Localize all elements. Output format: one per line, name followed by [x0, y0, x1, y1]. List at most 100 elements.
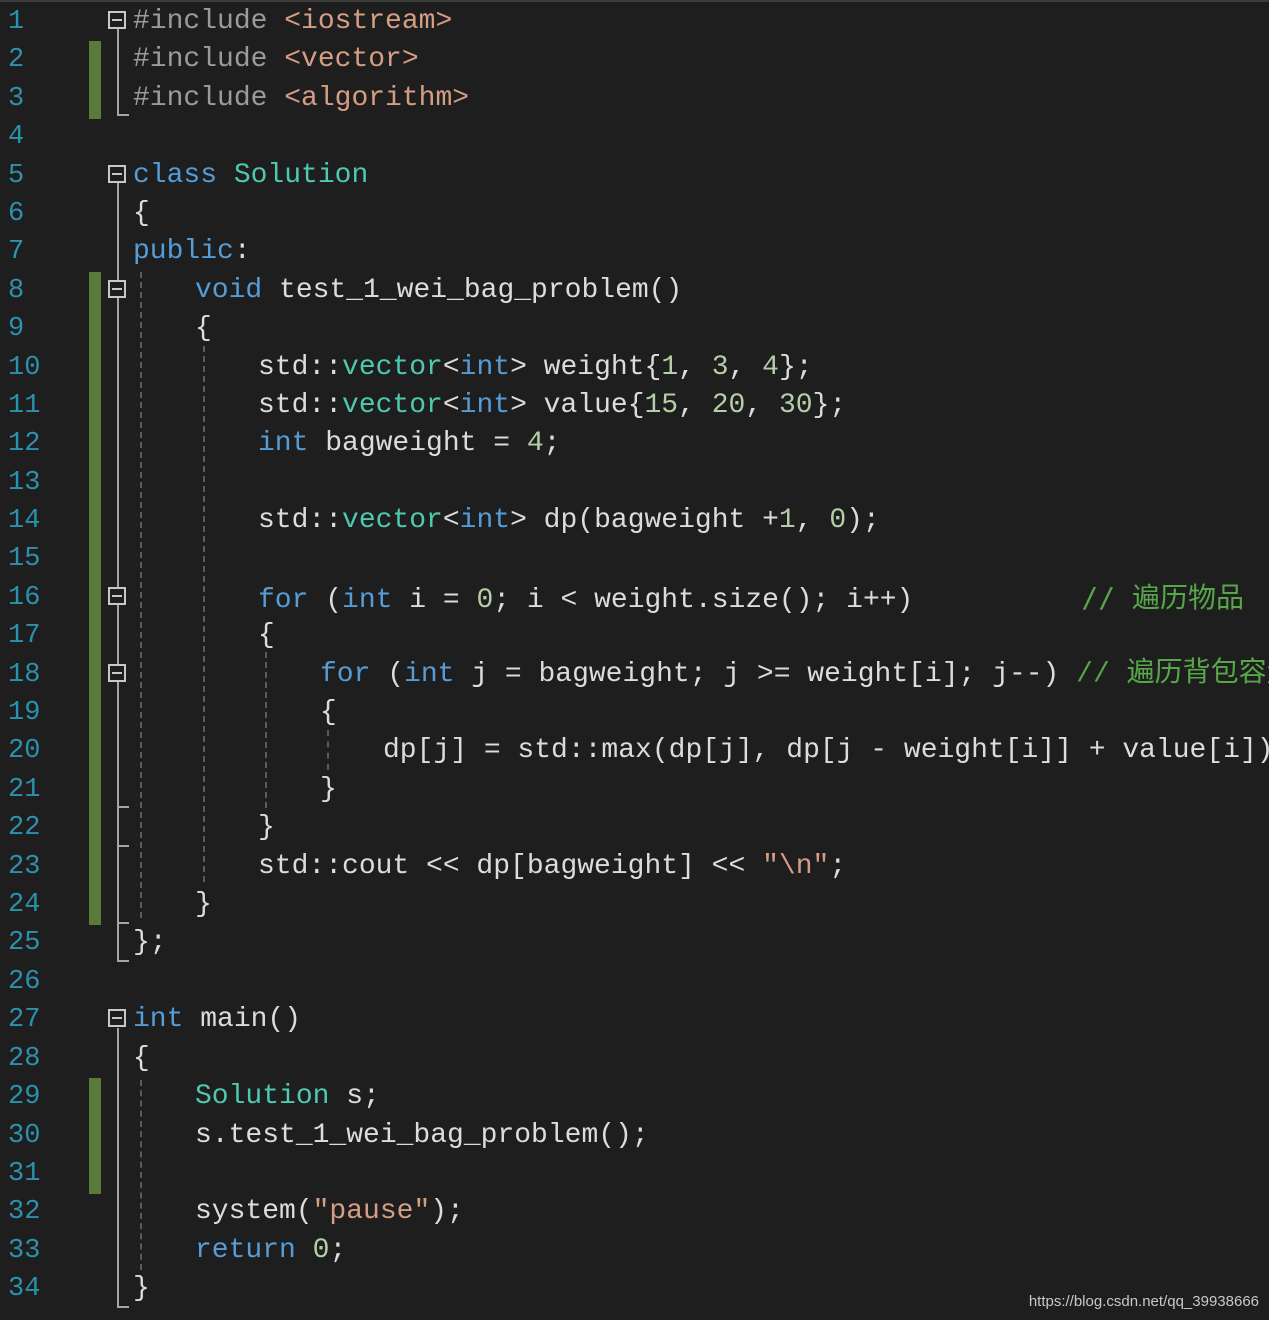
code-token: 0: [829, 505, 847, 536]
collapse-icon[interactable]: [108, 11, 126, 29]
code-token: (: [370, 659, 405, 690]
code-line[interactable]: 10 std::vector<int> weight{1, 3, 4};: [0, 349, 1269, 388]
code-token: int: [404, 659, 455, 690]
code-line[interactable]: 18 for (int j = bagweight; j >= weight[i…: [0, 656, 1269, 695]
code-token: }: [320, 774, 337, 805]
code-token: j = bagweight; j >= weight[i]; j--): [454, 659, 1077, 690]
code-token: 15: [644, 390, 679, 421]
code-line[interactable]: 3 #include <algorithm>: [0, 80, 1269, 119]
code-line[interactable]: 12 int bagweight = 4;: [0, 425, 1269, 464]
code-token: ,: [678, 390, 712, 421]
change-marker: [89, 1117, 101, 1156]
line-number: 24: [8, 890, 41, 920]
code-editor[interactable]: 1 #include <iostream> 2 #include <vector…: [0, 0, 1269, 1320]
code-token: Solution: [233, 160, 369, 191]
collapse-icon[interactable]: [108, 165, 126, 183]
code-line[interactable]: 20 dp[j] = std::max(dp[j], dp[j - weight…: [0, 732, 1269, 771]
code-token: std::: [258, 390, 343, 421]
code-line[interactable]: 29 Solution s;: [0, 1078, 1269, 1117]
code-token: };: [133, 927, 167, 958]
code-line[interactable]: 15: [0, 540, 1269, 579]
code-line[interactable]: 4: [0, 118, 1269, 156]
code-token: int: [459, 390, 511, 421]
line-number: 28: [8, 1044, 41, 1074]
code-token: "pause": [312, 1196, 431, 1227]
change-marker: [89, 41, 101, 80]
line-number: 27: [8, 1005, 41, 1035]
code-token: 1: [661, 352, 679, 383]
watermark: https://blog.csdn.net/qq_39938666: [1028, 1293, 1259, 1310]
code-token: <algorithm>: [284, 83, 470, 114]
line-number: 16: [8, 583, 41, 613]
code-line[interactable]: 25 };: [0, 924, 1269, 962]
code-line[interactable]: 26: [0, 963, 1269, 1001]
code-token: s.test_1_wei_bag_problem();: [195, 1120, 649, 1151]
code-line[interactable]: 14 std::vector<int> dp(bagweight +1, 0);: [0, 502, 1269, 541]
line-number: 9: [8, 314, 25, 344]
change-marker: [89, 656, 101, 695]
code-line[interactable]: 13: [0, 464, 1269, 503]
code-token: dp[j] = std::max(dp[j], dp[j - weight[i]…: [383, 735, 1269, 766]
code-token: {: [133, 198, 150, 229]
code-line[interactable]: 1 #include <iostream>: [0, 3, 1269, 41]
code-line[interactable]: 7 public:: [0, 233, 1269, 271]
code-token: 4: [762, 352, 779, 383]
collapse-icon[interactable]: [108, 280, 126, 298]
change-marker: [89, 579, 101, 618]
code-line[interactable]: 2 #include <vector>: [0, 41, 1269, 80]
change-marker: [89, 464, 101, 503]
code-line[interactable]: 23 std::cout << dp[bagweight] << "\n";: [0, 848, 1269, 887]
code-line[interactable]: 32 system("pause");: [0, 1193, 1269, 1231]
code-comment: // 遍历物品: [1081, 581, 1244, 614]
line-number: 8: [8, 276, 25, 306]
line-number: 23: [8, 852, 41, 882]
code-line[interactable]: 19 {: [0, 694, 1269, 733]
code-token: }: [195, 889, 212, 920]
line-number: 33: [8, 1236, 41, 1266]
collapse-icon[interactable]: [108, 587, 126, 605]
code-line[interactable]: 5 class Solution: [0, 157, 1269, 195]
code-token: std::cout << dp[bagweight] <<: [258, 851, 763, 882]
code-token: int: [342, 585, 393, 616]
code-token: ;: [829, 851, 847, 882]
code-line[interactable]: 24 }: [0, 886, 1269, 925]
code-line[interactable]: 16 for (int i = 0; i < weight.size(); i+…: [0, 579, 1269, 618]
code-line[interactable]: 31: [0, 1155, 1269, 1194]
line-number: 26: [8, 967, 41, 997]
code-line[interactable]: 6 {: [0, 195, 1269, 233]
code-line[interactable]: 8 void test_1_wei_bag_problem(): [0, 272, 1269, 311]
code-token: vector: [342, 352, 443, 383]
collapse-icon[interactable]: [108, 1009, 126, 1027]
line-number: 19: [8, 698, 41, 728]
collapse-icon[interactable]: [108, 664, 126, 682]
code-line[interactable]: 27 int main(): [0, 1001, 1269, 1039]
code-token: main(): [183, 1004, 302, 1035]
code-line[interactable]: 11 std::vector<int> value{15, 20, 30};: [0, 387, 1269, 426]
code-line[interactable]: 22 }: [0, 809, 1269, 848]
code-token: vector: [342, 390, 443, 421]
code-token: {: [195, 313, 212, 344]
line-number: 5: [8, 161, 25, 191]
code-line[interactable]: 28 {: [0, 1040, 1269, 1078]
code-token: std::: [258, 352, 343, 383]
code-line[interactable]: 9 {: [0, 310, 1269, 349]
code-line[interactable]: 21 }: [0, 771, 1269, 810]
code-token: for: [320, 659, 371, 690]
change-marker: [89, 387, 101, 426]
change-marker: [89, 1078, 101, 1117]
code-line[interactable]: 33 return 0;: [0, 1232, 1269, 1270]
change-marker: [89, 1155, 101, 1194]
code-line[interactable]: 30 s.test_1_wei_bag_problem();: [0, 1117, 1269, 1156]
editor-top-border: [0, 0, 1269, 2]
change-marker: [89, 694, 101, 733]
code-token: 20: [711, 390, 746, 421]
code-token: ; i < weight.size(); i++): [493, 585, 1082, 616]
code-token: :: [233, 236, 251, 267]
code-line[interactable]: 17 {: [0, 617, 1269, 656]
code-token: 1: [778, 505, 796, 536]
code-token: }: [258, 812, 275, 843]
code-token: {: [320, 697, 337, 728]
line-number: 13: [8, 468, 41, 498]
code-token: ;: [329, 1235, 347, 1266]
